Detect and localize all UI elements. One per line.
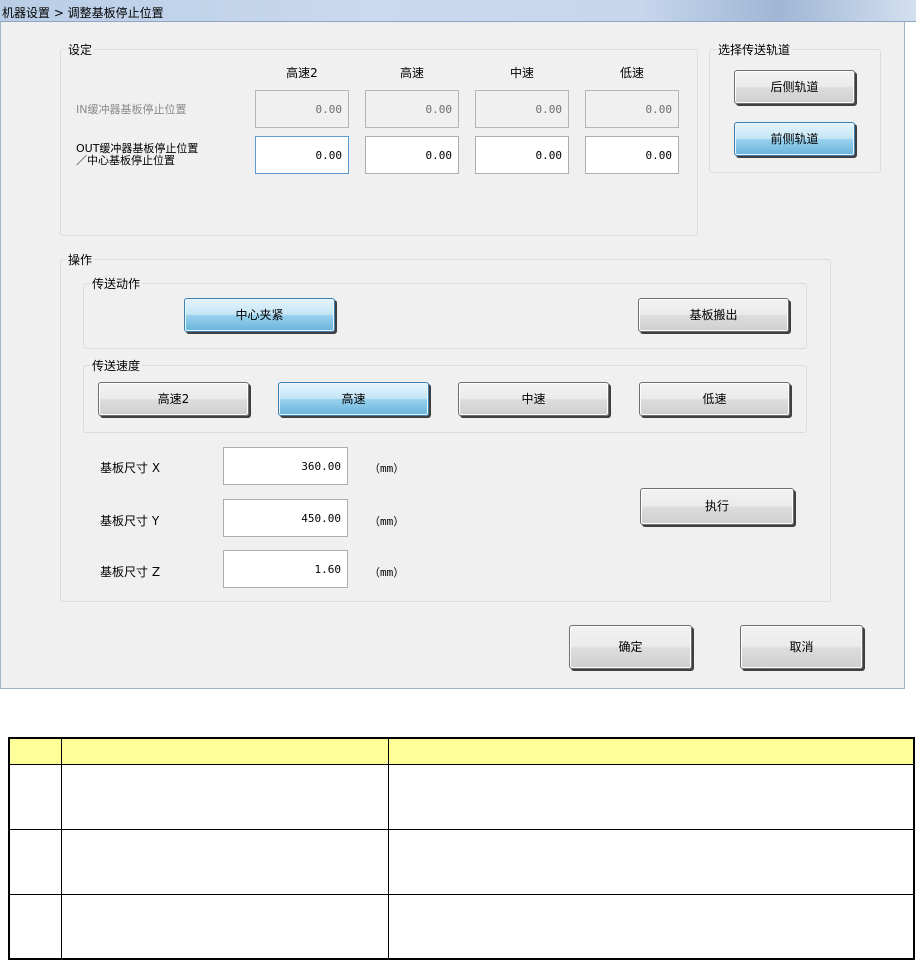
- table-header-cell: [387, 737, 915, 765]
- speed-mid-button[interactable]: 中速: [458, 382, 609, 416]
- out-high2-field[interactable]: 0.00: [255, 136, 349, 174]
- table-cell: [61, 893, 389, 960]
- board-size-z-label: 基板尺寸 Z: [100, 565, 161, 579]
- board-size-y-label: 基板尺寸 Y: [100, 514, 160, 528]
- table-cell: [61, 763, 389, 830]
- dialog-body: 设定 高速2 高速 中速 低速 IN缓冲器基板停止位置 0.00 0.00 0.…: [0, 22, 905, 689]
- table-header-row: [8, 737, 915, 765]
- in-high-field: 0.00: [365, 90, 459, 128]
- out-label-line2: ／中心基板停止位置: [76, 154, 175, 167]
- table-cell: [387, 828, 915, 895]
- out-mid-field[interactable]: 0.00: [475, 136, 569, 174]
- header-speed-high2: 高速2: [286, 66, 318, 80]
- table-row: [8, 763, 915, 830]
- table-row: [8, 893, 915, 960]
- operation-group-title: 操作: [66, 251, 95, 268]
- cancel-button[interactable]: 取消: [740, 625, 863, 669]
- out-high-field[interactable]: 0.00: [365, 136, 459, 174]
- title-bar: 机器设置 > 调整基板停止位置: [0, 0, 916, 22]
- header-speed-mid: 中速: [509, 66, 534, 80]
- header-speed-high: 高速: [399, 66, 424, 80]
- header-speed-low: 低速: [619, 66, 644, 80]
- transfer-speed-title: 传送速度: [90, 357, 143, 374]
- board-size-z-field[interactable]: 1.60: [223, 550, 348, 588]
- out-buffer-stop-label: OUT缓冲器基板停止位置 ／中心基板停止位置: [76, 143, 198, 167]
- speed-high-button[interactable]: 高速: [278, 382, 429, 416]
- in-buffer-stop-label: IN缓冲器基板停止位置: [76, 103, 187, 116]
- board-size-x-unit: （mm）: [369, 462, 405, 475]
- table-cell: [387, 893, 915, 960]
- execute-button[interactable]: 执行: [640, 488, 794, 525]
- ok-button[interactable]: 确定: [569, 625, 692, 669]
- board-size-z-unit: （mm）: [369, 566, 405, 579]
- rear-track-button[interactable]: 后侧轨道: [734, 70, 855, 104]
- window-title: 机器设置 > 调整基板停止位置: [2, 6, 164, 20]
- board-size-y-field[interactable]: 450.00: [223, 499, 348, 537]
- front-track-button[interactable]: 前侧轨道: [734, 122, 855, 156]
- board-size-x-label: 基板尺寸 X: [100, 461, 161, 475]
- track-group-title: 选择传送轨道: [716, 41, 793, 58]
- table-cell: [8, 828, 63, 895]
- table-cell: [387, 763, 915, 830]
- table-cell: [8, 893, 63, 960]
- in-high2-field: 0.00: [255, 90, 349, 128]
- settings-group-title: 设定: [66, 41, 95, 58]
- in-low-field: 0.00: [585, 90, 679, 128]
- board-size-x-field[interactable]: 360.00: [223, 447, 348, 485]
- table-header-cell: [61, 737, 389, 765]
- speed-high2-button[interactable]: 高速2: [98, 382, 249, 416]
- legend-table: [8, 737, 915, 960]
- speed-low-button[interactable]: 低速: [639, 382, 790, 416]
- board-size-y-unit: （mm）: [369, 515, 405, 528]
- table-header-cell: [8, 737, 63, 765]
- unload-board-button[interactable]: 基板搬出: [638, 298, 789, 332]
- table-cell: [8, 763, 63, 830]
- table-row: [8, 828, 915, 895]
- transfer-action-title: 传送动作: [90, 275, 143, 292]
- in-mid-field: 0.00: [475, 90, 569, 128]
- table-cell: [61, 828, 389, 895]
- out-low-field[interactable]: 0.00: [585, 136, 679, 174]
- center-clamp-button[interactable]: 中心夹紧: [184, 298, 335, 332]
